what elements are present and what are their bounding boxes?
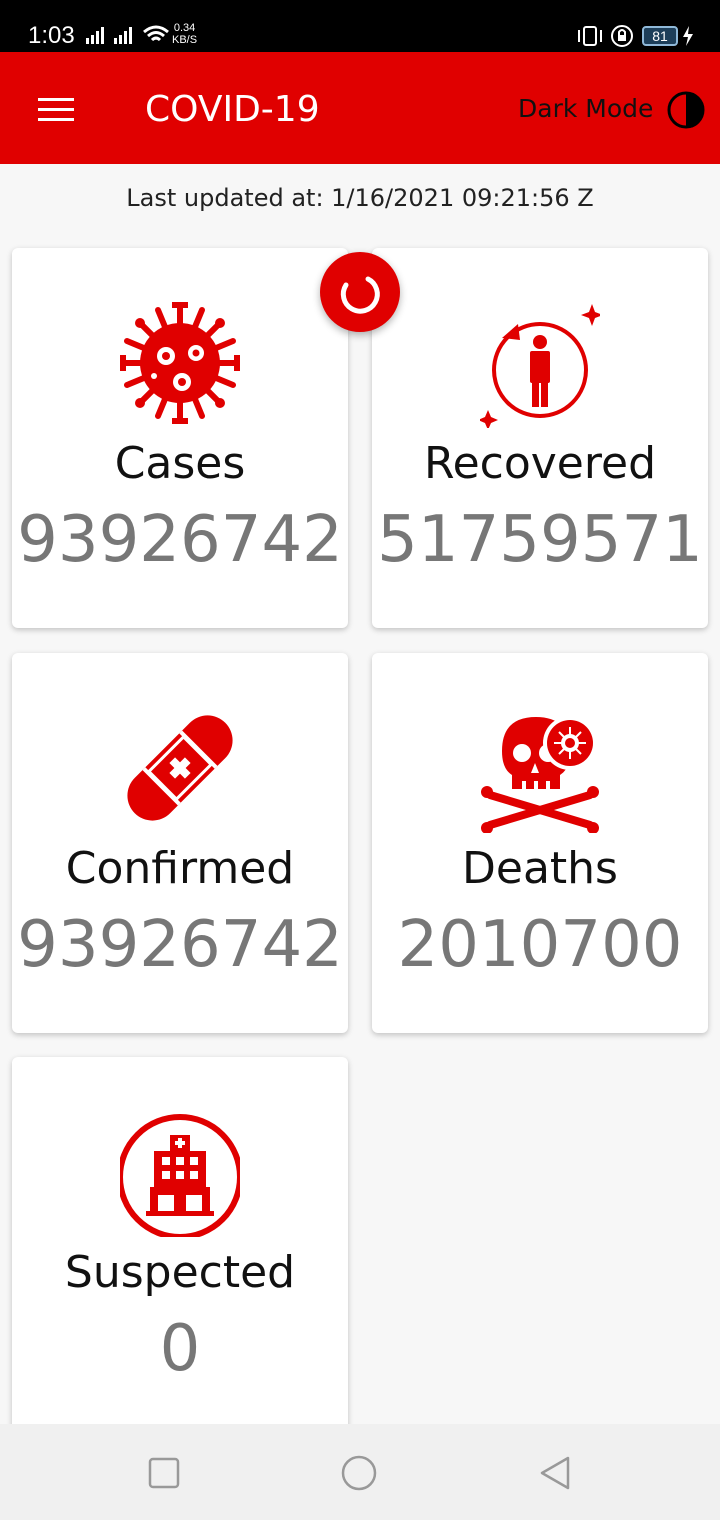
signal-icon xyxy=(86,27,104,44)
suspected-label: Suspected xyxy=(64,1247,296,1298)
signal-icon xyxy=(114,27,132,44)
recovered-label: Recovered xyxy=(423,438,656,489)
suspected-value: 0 xyxy=(159,1312,201,1386)
deaths-label: Deaths xyxy=(462,843,618,894)
app-title: COVID-19 xyxy=(145,89,320,130)
virus-icon xyxy=(120,302,240,424)
recovered-value: 51759571 xyxy=(377,503,703,577)
battery-indicator: 81 xyxy=(642,26,678,46)
net-speed-unit: KB/S xyxy=(172,34,198,46)
system-nav-bar xyxy=(0,1424,720,1520)
status-time: 1:03 xyxy=(28,22,75,49)
suspected-card[interactable]: Suspected 0 xyxy=(12,1057,348,1437)
confirmed-card[interactable]: Confirmed 93926742 xyxy=(12,653,348,1033)
hamburger-icon xyxy=(38,98,74,101)
refresh-spinner-icon xyxy=(340,276,380,314)
menu-button[interactable] xyxy=(30,90,82,130)
wifi-icon xyxy=(143,25,169,42)
recovered-person-icon xyxy=(480,304,600,428)
status-bar: 1:03 0.34 KB/S 81 xyxy=(0,0,720,52)
confirmed-value: 93926742 xyxy=(17,908,343,982)
last-updated-text: Last updated at: 1/16/2021 09:21:56 Z xyxy=(126,184,594,212)
refresh-button[interactable] xyxy=(320,252,400,332)
net-speed: 0.34 KB/S xyxy=(172,22,197,46)
net-speed-value: 0.34 xyxy=(173,22,196,34)
recovered-card[interactable]: Recovered 51759571 xyxy=(372,248,708,628)
deaths-card[interactable]: Deaths 2010700 xyxy=(372,653,708,1033)
recents-icon[interactable] xyxy=(148,1457,180,1489)
vibrate-icon xyxy=(578,26,602,46)
confirmed-label: Confirmed xyxy=(65,843,295,894)
bandage-icon xyxy=(127,715,233,821)
skull-crossbones-icon xyxy=(481,716,599,833)
back-icon[interactable] xyxy=(538,1455,572,1491)
home-icon[interactable] xyxy=(340,1454,378,1492)
dark-mode-toggle-icon[interactable] xyxy=(666,90,706,130)
dark-mode-label[interactable]: Dark Mode xyxy=(518,94,653,123)
cases-card[interactable]: Cases 93926742 xyxy=(12,248,348,628)
charging-icon xyxy=(683,26,693,46)
hospital-icon xyxy=(120,1114,240,1237)
lock-rotation-icon xyxy=(611,25,633,47)
app-bar: COVID-19 Dark Mode xyxy=(0,52,720,164)
deaths-value: 2010700 xyxy=(397,908,683,982)
cases-value: 93926742 xyxy=(17,503,343,577)
cases-label: Cases xyxy=(114,438,246,489)
